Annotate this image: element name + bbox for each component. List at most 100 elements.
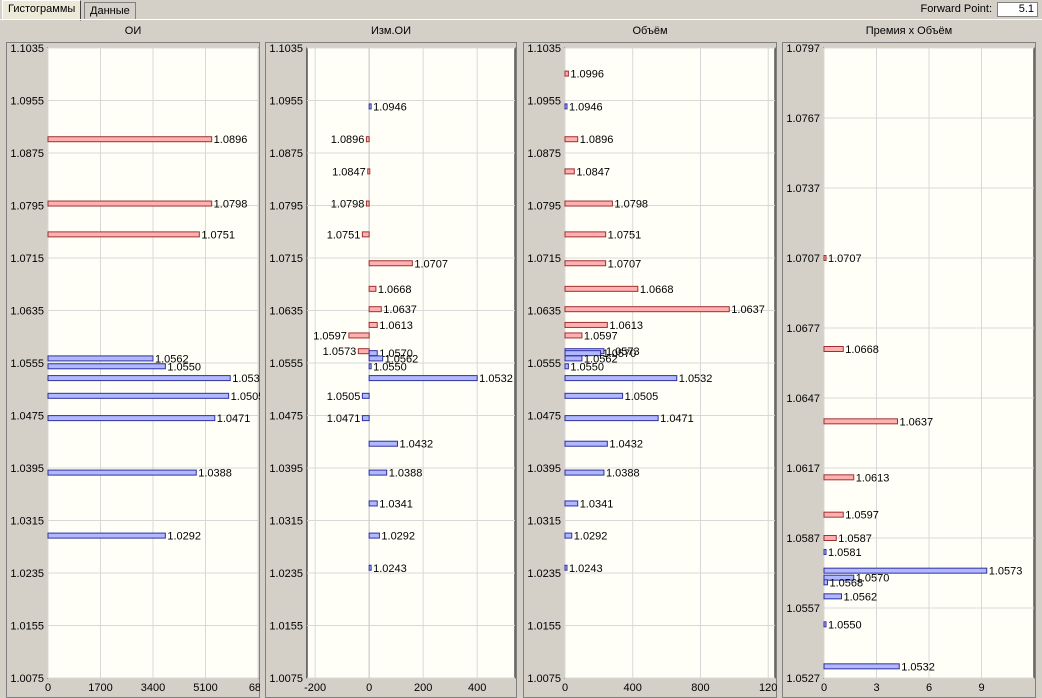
bar-call [361,392,370,399]
y-tick-label: 1.1035 [10,43,44,55]
bar-label: 1.0568 [830,577,864,589]
y-tick-label: 1.0555 [10,358,44,370]
y-tick-label: 1.0315 [269,516,303,528]
y-tick-label: 1.0235 [527,568,561,580]
bar-put [564,321,608,328]
bar-put [823,535,837,541]
bar-put [564,260,607,267]
bar-call [564,363,569,370]
chart-panel-premium-volume: Премия x Объём 1.0797 1.0767 1.0737 1.0707 1… [782,22,1036,698]
bar-call [823,567,988,574]
y-tick-label: 1.1035 [527,43,561,55]
bar-label: 1.0707 [608,258,642,270]
bar-label: 1.0637 [900,416,934,428]
y-tick-label: 1.0155 [527,621,561,633]
y-tick-label: 1.0587 [786,533,820,545]
bar-label: 1.0573 [989,566,1023,578]
bar-call [368,350,378,357]
bar-put [357,348,370,355]
y-tick-label: 1.0555 [527,358,561,370]
y-tick-label: 1.0715 [269,253,303,265]
bar-label: 1.0532 [479,373,513,385]
bar-call [823,579,828,586]
x-tick-label: 0 [366,682,372,694]
bar-put [361,231,370,238]
bar-label: 1.0946 [373,101,407,113]
y-tick-label: 1.0555 [269,358,303,370]
bar-call [823,663,900,670]
bar-call [368,469,388,476]
bar-label: 1.0597 [845,510,879,522]
bar-call [564,500,579,507]
bar-call [564,375,678,382]
chart-premium-volume: 1.0797 1.0767 1.0737 1.0707 1.0677 1.0647 1.06… [782,42,1036,698]
bar-label: 1.0505 [327,391,361,403]
x-tick-label: 3400 [141,682,165,694]
y-tick-label: 1.0715 [10,253,44,265]
bar-label: 1.0388 [606,468,640,480]
bar-label: 1.0587 [838,533,872,545]
bar-put [823,255,827,261]
bar-label: 1.0798 [614,199,648,211]
bar-label: 1.0751 [201,229,235,241]
bar-call [368,532,380,539]
chart-title-oi: ОИ [124,25,142,37]
bar-label: 1.0471 [327,413,361,425]
bar-put [564,136,579,143]
x-tick-label: 120 [759,682,777,694]
bar-call [47,532,166,539]
x-tick-label: 3 [873,682,879,694]
bar-put [368,260,413,267]
bar-label: 1.0341 [580,498,614,510]
tab-histograms[interactable]: Гистограммы [2,0,82,21]
x-tick-label: 400 [624,682,642,694]
bar-label: 1.0562 [844,591,878,603]
x-tick-label: -200 [304,682,326,694]
y-tick-label: 1.0235 [10,568,44,580]
bar-label: 1.0896 [214,134,248,146]
tab-data[interactable]: Данные [84,2,136,20]
bar-put [823,418,898,425]
chart-panel-oi: ОИ 1.1035 1.0955 1.0875 1.0795 1.0715 1.0635 1… [6,22,260,698]
bar-call [564,469,605,476]
x-tick-label: 0 [45,682,51,694]
y-tick-label: 1.0797 [786,43,820,55]
bar-label: 1.0597 [313,330,347,342]
y-tick-label: 1.0527 [786,673,820,685]
bar-label: 1.0751 [327,229,361,241]
bar-put [47,231,200,238]
y-tick-label: 1.0715 [527,253,561,265]
bar-label: 1.0707 [828,253,862,265]
bar-call [368,564,372,571]
y-tick-label: 1.0737 [786,183,820,195]
bar-label: 1.0573 [323,346,357,358]
bar-put [564,332,583,339]
bar-call [47,355,154,362]
bar-put [823,346,844,352]
bar-call [368,375,478,382]
bar-call [47,392,230,399]
y-tick-label: 1.0955 [527,96,561,108]
y-tick-label: 1.0235 [269,568,303,580]
y-tick-label: 1.0075 [269,673,303,685]
y-tick-label: 1.0635 [269,306,303,318]
y-tick-label: 1.0707 [786,253,820,265]
bar-put [823,511,844,518]
bar-call [361,415,370,422]
x-tick-label: 6 [926,682,932,694]
bar-label: 1.0505 [625,391,659,403]
x-tick-label: 200 [414,682,432,694]
bar-put [368,285,377,292]
bar-label: 1.0896 [580,134,614,146]
chart-volume: 1.1035 1.0955 1.0875 1.0795 1.0715 1.0635 1.05… [523,42,777,698]
bar-label: 1.0707 [414,258,448,270]
bar-label: 1.0896 [331,134,365,146]
tab-bar: Гистограммы Данные Forward Point: 5.1 [0,0,1042,21]
forward-point-input[interactable]: 5.1 [997,2,1038,17]
bar-label: 1.0613 [856,472,890,484]
bar-put [47,136,213,143]
bar-label: 1.0550 [167,361,201,373]
y-tick-label: 1.0875 [527,148,561,160]
bar-label: 1.0597 [584,330,618,342]
x-tick-label: 680 [249,682,260,694]
